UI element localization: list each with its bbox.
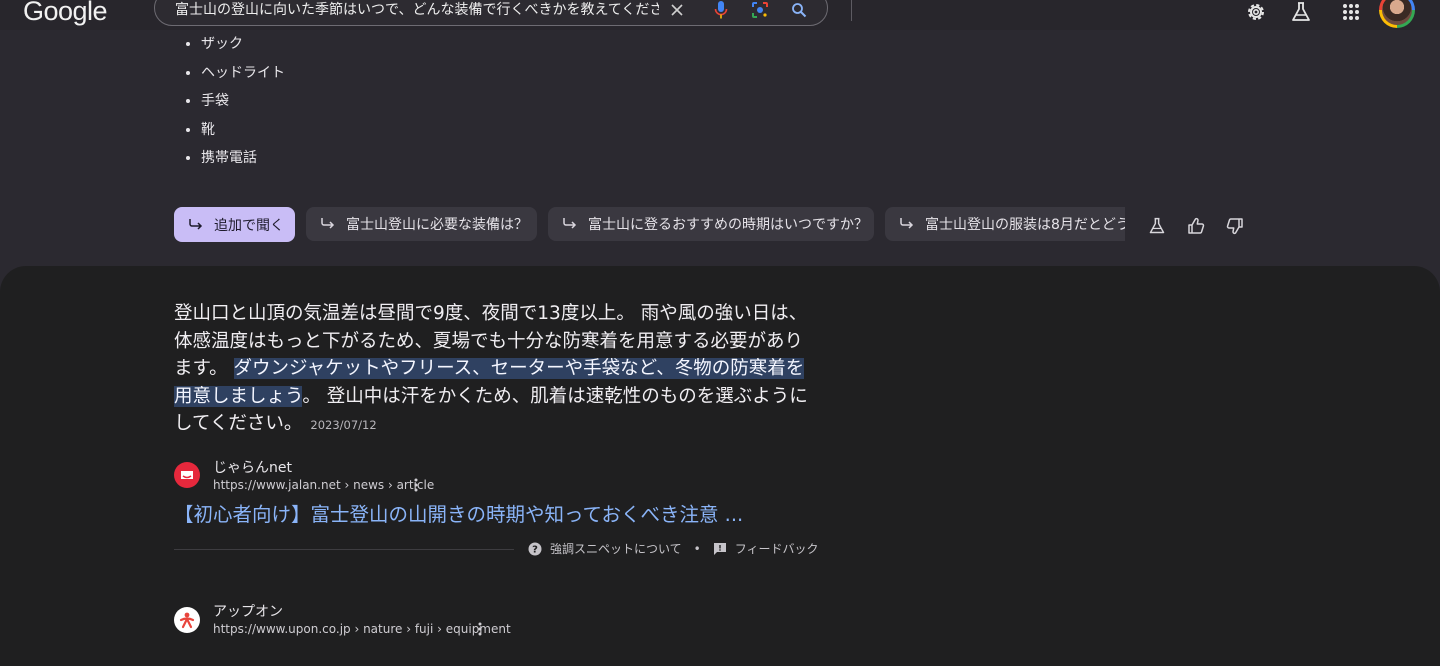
equipment-list: ザック ヘッドライト 手袋 靴 携帯電話	[183, 30, 285, 173]
chip-label: 追加で聞く	[214, 217, 284, 234]
reply-arrow-icon	[899, 217, 915, 231]
reply-arrow-icon	[188, 218, 204, 232]
svg-text:?: ?	[532, 544, 538, 555]
about-snippet-label: 強調スニペットについて	[550, 542, 682, 556]
account-avatar[interactable]	[1379, 0, 1415, 28]
result-site-name[interactable]: アップオン	[213, 601, 283, 621]
labs-flask-icon[interactable]	[1289, 0, 1313, 24]
featured-snippet-text: 登山口と山頂の気温差は昼間で9度、夜間で13度以上。 雨や風の強い日は、体感温度…	[174, 300, 814, 440]
help-circle-icon: ?	[528, 542, 542, 556]
result-site-name[interactable]: じゃらんnet	[213, 457, 292, 477]
feedback-icon	[713, 542, 727, 556]
thumbs-down-icon[interactable]	[1225, 216, 1245, 236]
list-item: 手袋	[201, 87, 285, 116]
top-bar: Google 富士山の登山に向いた季節はいつで、どんな装備で行くべきかを教えてく…	[0, 0, 1440, 30]
snippet-footer: ? 強調スニペットについて • フィードバック	[528, 540, 819, 557]
labs-flask-icon[interactable]	[1147, 216, 1167, 236]
search-input[interactable]: 富士山の登山に向いた季節はいつで、どんな装備で行くべきかを教えてください	[175, 1, 659, 19]
avatar-photo	[1382, 0, 1412, 25]
result-url[interactable]: https://www.upon.co.jp › nature › fuji ›…	[213, 622, 511, 636]
google-logo[interactable]: Google	[23, 0, 108, 27]
snippet-date: 2023/07/12	[310, 418, 377, 432]
divider	[174, 549, 514, 550]
lens-icon[interactable]	[750, 0, 770, 20]
feedback-label: フィードバック	[734, 542, 819, 556]
chip-label: 富士山に登るおすすめの時期はいつですか？	[588, 217, 868, 233]
reply-arrow-icon	[562, 217, 578, 231]
list-item: ザック	[201, 30, 285, 59]
microphone-icon[interactable]	[711, 0, 731, 20]
list-item: 靴	[201, 116, 285, 145]
clear-icon[interactable]	[667, 0, 687, 20]
apps-grid-icon[interactable]	[1339, 0, 1363, 24]
result-url[interactable]: https://www.jalan.net › news › article	[213, 478, 434, 492]
separator-dot: •	[693, 541, 701, 556]
settings-gear-icon[interactable]	[1244, 0, 1268, 24]
chip-label: 富士山登山の服装は8月だとどうすれば	[925, 217, 1125, 233]
upon-favicon[interactable]	[174, 607, 200, 633]
jalan-favicon[interactable]	[174, 462, 200, 488]
search-box[interactable]: 富士山の登山に向いた季節はいつで、どんな装備で行くべきかを教えてください	[154, 0, 852, 26]
chip-label: 富士山登山に必要な装備は？	[346, 217, 528, 233]
followup-chip[interactable]: 富士山に登るおすすめの時期はいつですか？	[548, 207, 874, 241]
more-options-icon[interactable]	[475, 621, 485, 637]
more-options-icon[interactable]	[411, 477, 421, 493]
feedback-link[interactable]: フィードバック	[713, 540, 819, 557]
search-divider	[851, 0, 852, 21]
followup-chip[interactable]: 富士山登山に必要な装備は？	[306, 207, 537, 241]
search-icon[interactable]	[789, 0, 809, 20]
reply-arrow-icon	[320, 217, 336, 231]
about-snippet-link[interactable]: ? 強調スニペットについて	[528, 540, 682, 557]
followup-chip[interactable]: 富士山登山の服装は8月だとどうすれば	[885, 207, 1125, 241]
thumbs-up-icon[interactable]	[1186, 216, 1206, 236]
list-item: 携帯電話	[201, 144, 285, 173]
result-title-link[interactable]: 【初心者向け】富士登山の山開きの時期や知っておくべき注意 ...	[174, 498, 743, 527]
ask-followup-button[interactable]: 追加で聞く	[174, 207, 295, 242]
list-item: ヘッドライト	[201, 59, 285, 88]
